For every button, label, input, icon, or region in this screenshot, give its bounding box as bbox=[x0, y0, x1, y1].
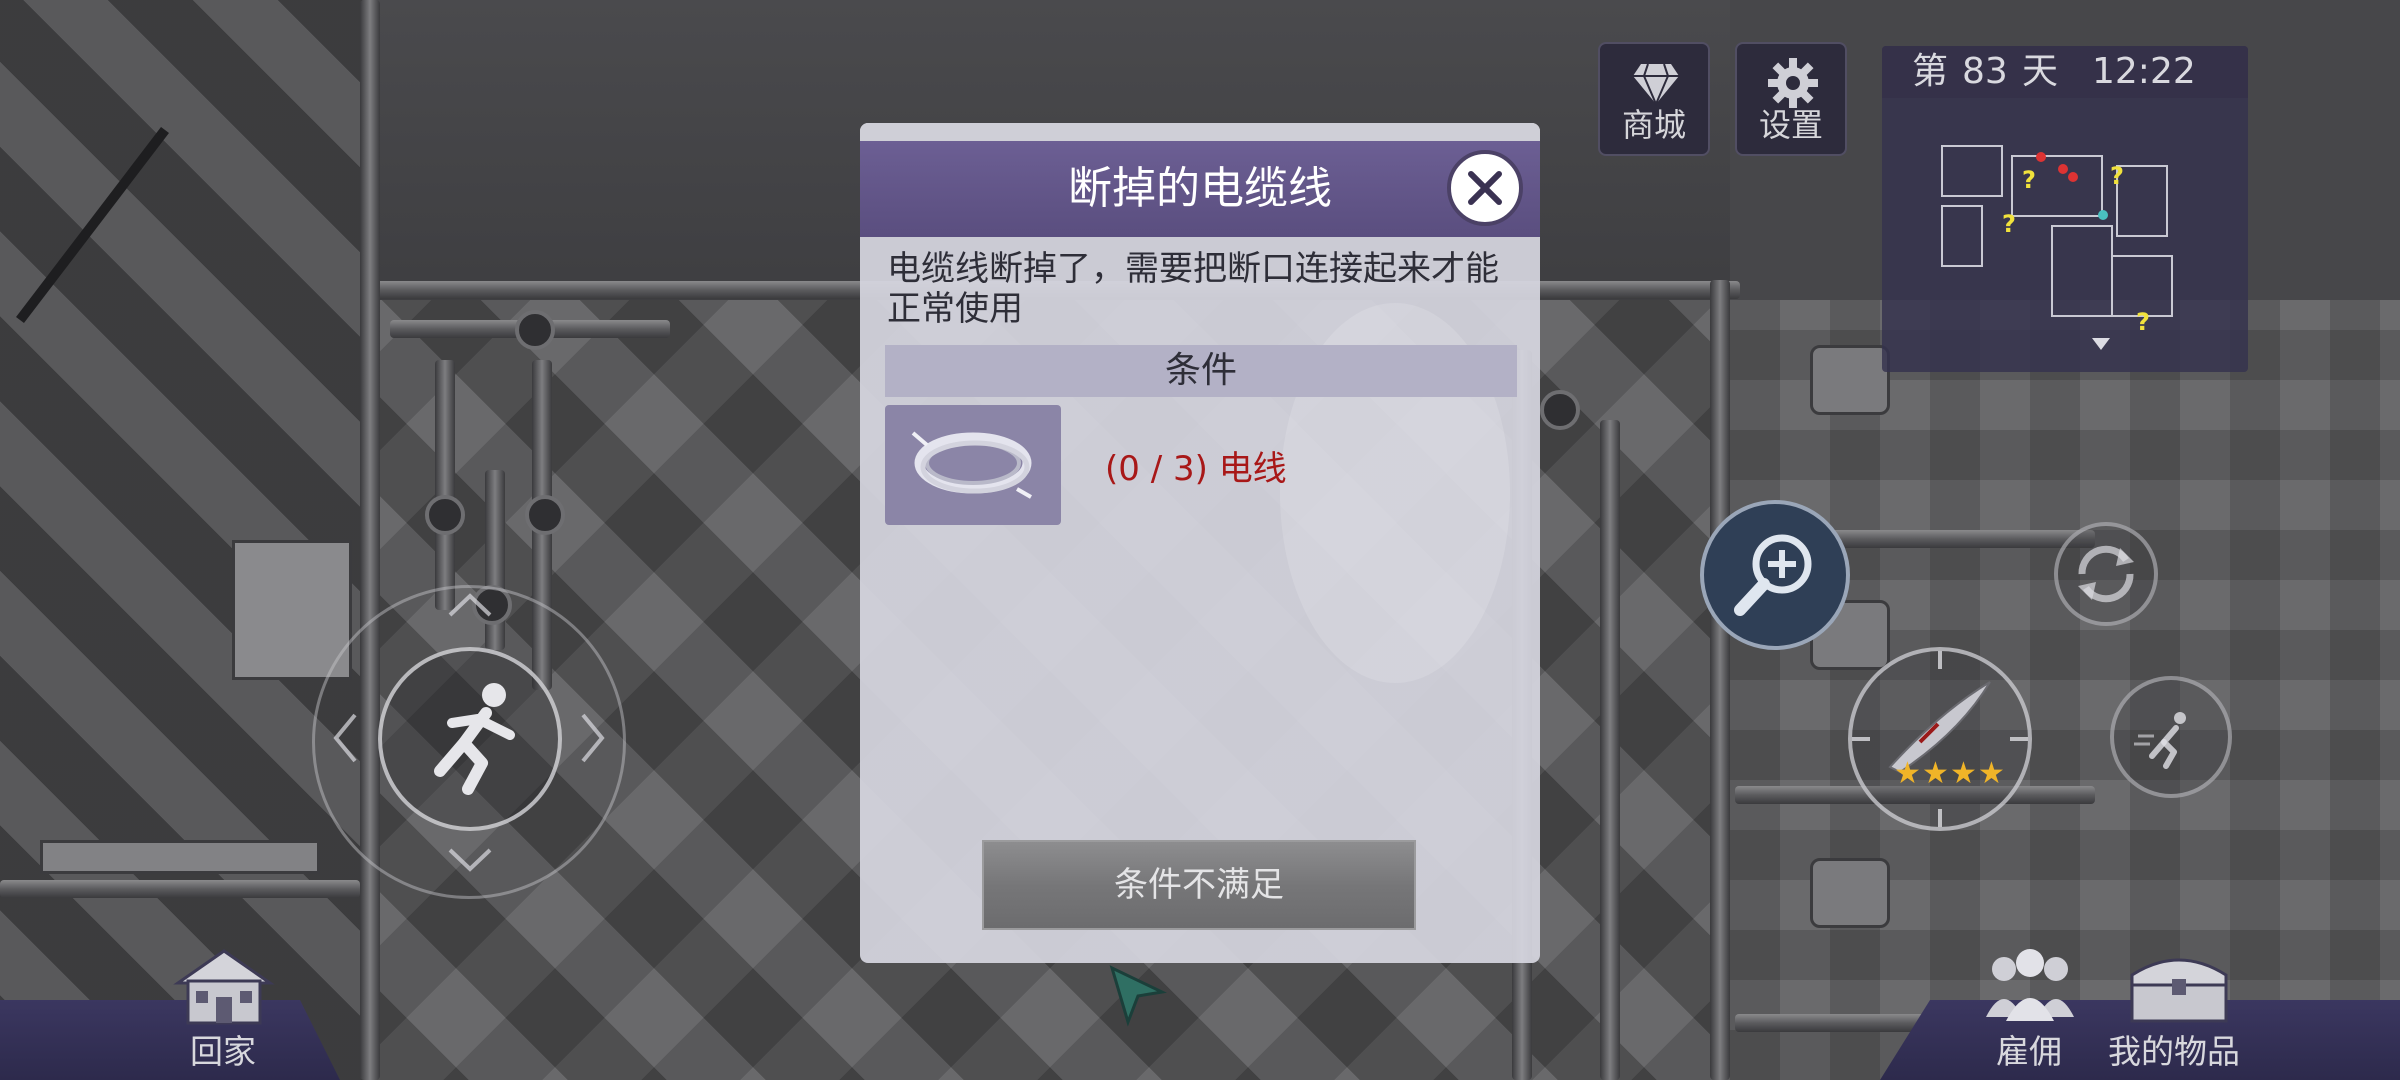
star-icon: ★ bbox=[1950, 756, 1977, 791]
weapon-star-rating: ★ ★ ★ ★ bbox=[1894, 756, 2005, 792]
broken-cable-dialog: 断掉的电缆线 电缆线断掉了，需要把断口连接起来才能正常使用 条件 (0 / 3)… bbox=[860, 123, 1540, 963]
wall-crack bbox=[16, 126, 169, 324]
enemy-marker bbox=[2068, 172, 2078, 182]
game-time: 12:22 bbox=[2092, 51, 2196, 92]
enemy-marker bbox=[2058, 164, 2068, 174]
hire-button[interactable]: 雇佣 bbox=[1980, 945, 2080, 1071]
home-label: 回家 bbox=[190, 1032, 256, 1071]
shop-label: 商城 bbox=[1621, 106, 1686, 144]
inspect-zoom-button[interactable] bbox=[1700, 500, 1850, 650]
house-icon bbox=[173, 949, 275, 1025]
unknown-marker: ? bbox=[2002, 210, 2016, 238]
unknown-marker: ? bbox=[2136, 308, 2150, 336]
dialog-description: 电缆线断掉了，需要把断口连接起来才能正常使用 bbox=[887, 249, 1499, 329]
player-marker bbox=[2098, 210, 2108, 220]
chevron-right-icon bbox=[581, 713, 605, 763]
squat-toilet[interactable] bbox=[1810, 345, 1890, 415]
unknown-marker: ? bbox=[2110, 162, 2124, 190]
squat-toilet[interactable] bbox=[1810, 858, 1890, 928]
home-button[interactable]: 回家 bbox=[170, 945, 278, 1071]
star-icon: ★ bbox=[1894, 756, 1921, 791]
shop-button[interactable]: 商城 bbox=[1598, 42, 1710, 156]
conditions-not-met-button[interactable]: 条件不满足 bbox=[982, 840, 1416, 930]
vertical-pipe bbox=[435, 360, 455, 610]
horizontal-pipe bbox=[0, 880, 360, 898]
vertical-pipe bbox=[1710, 280, 1730, 1080]
vertical-pipe bbox=[1600, 420, 1620, 1080]
star-icon: ★ bbox=[1922, 756, 1949, 791]
required-item-slot[interactable] bbox=[885, 405, 1061, 525]
valve-wheel bbox=[515, 310, 555, 350]
running-man-icon bbox=[434, 683, 515, 795]
chevron-up-icon bbox=[448, 593, 492, 617]
requirement-item-name: 电线 bbox=[1218, 449, 1287, 489]
run-button[interactable] bbox=[378, 647, 562, 831]
day-time-header: 第 83 天 12:22 bbox=[1882, 46, 2248, 98]
enemy-marker bbox=[2036, 152, 2046, 162]
day-number: 83 bbox=[1962, 51, 2008, 92]
hire-label: 雇佣 bbox=[1996, 1032, 2062, 1071]
dash-button[interactable] bbox=[2110, 676, 2232, 798]
dialog-title: 断掉的电缆线 bbox=[1068, 163, 1332, 214]
switch-weapon-button[interactable] bbox=[2054, 522, 2158, 626]
day-suffix: 天 bbox=[2022, 51, 2059, 92]
map-down-arrow-icon bbox=[2092, 338, 2110, 350]
requirement-text: (0 / 3) 电线 bbox=[1105, 441, 1287, 490]
settings-button[interactable]: 设置 bbox=[1735, 42, 1847, 156]
unknown-marker: ? bbox=[2022, 166, 2036, 194]
settings-label: 设置 bbox=[1758, 106, 1823, 144]
valve-wheel bbox=[1540, 390, 1580, 430]
people-group-icon bbox=[1986, 949, 2074, 1021]
chevron-down-icon bbox=[448, 848, 492, 872]
my-items-label: 我的物品 bbox=[2108, 1032, 2240, 1071]
close-button[interactable] bbox=[1447, 150, 1523, 226]
vertical-pipe bbox=[360, 0, 380, 1080]
radiator[interactable] bbox=[232, 540, 352, 680]
chevron-left-icon bbox=[333, 713, 357, 763]
direction-arrow-icon bbox=[1109, 965, 1167, 1027]
dialog-top-strip bbox=[860, 123, 1540, 141]
bench bbox=[40, 840, 320, 874]
cable-coil-icon bbox=[911, 431, 1032, 499]
day-prefix: 第 bbox=[1912, 51, 1949, 92]
refresh-icon bbox=[2078, 545, 2134, 603]
zoom-in-icon bbox=[1734, 534, 1812, 616]
valve-wheel bbox=[525, 495, 565, 535]
treasure-chest-icon bbox=[2130, 958, 2228, 1023]
conditions-header: 条件 bbox=[885, 345, 1517, 397]
star-icon: ★ bbox=[1978, 756, 2005, 791]
my-items-button[interactable]: 我的物品 bbox=[2104, 945, 2254, 1071]
requirement-progress: (0 / 3) bbox=[1105, 449, 1208, 489]
dash-running-icon bbox=[2134, 712, 2186, 769]
valve-wheel bbox=[425, 495, 465, 535]
close-icon bbox=[1468, 171, 1502, 205]
